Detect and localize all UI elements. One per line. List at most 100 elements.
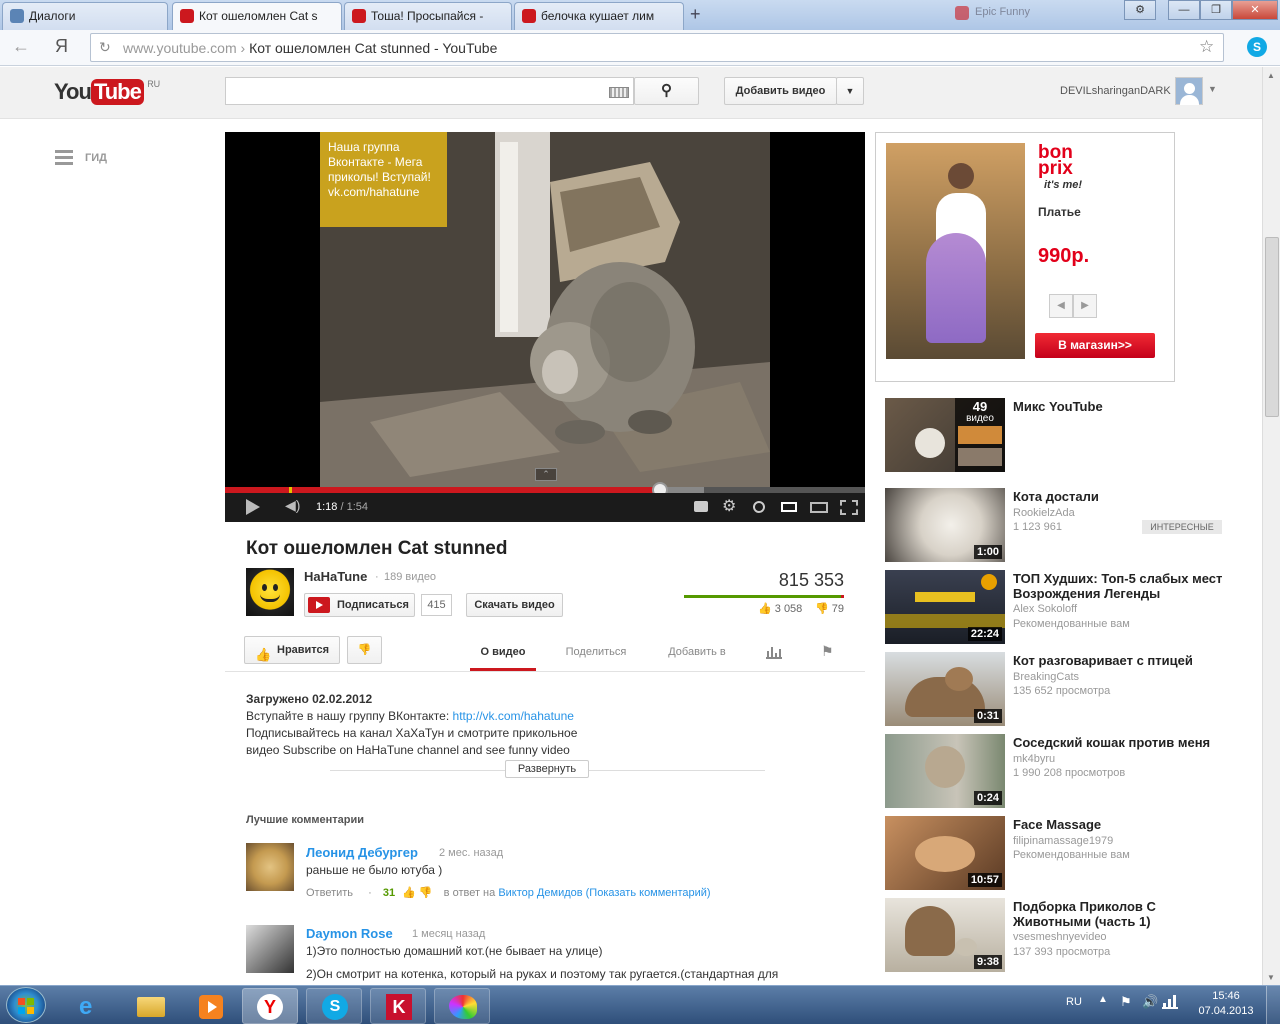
video-channel[interactable]: mk4byru	[1013, 753, 1055, 765]
captions-icon[interactable]	[694, 501, 708, 512]
subscribe-button[interactable]: Подписаться	[304, 593, 415, 617]
annotation-overlay[interactable]: Наша группа Вконтакте - Мега приколы! Вс…	[320, 132, 447, 227]
taskbar-media[interactable]	[182, 988, 238, 1024]
scroll-down-icon[interactable]: ▼	[1267, 973, 1275, 982]
settings-gear-icon[interactable]: ⚙	[722, 496, 736, 516]
related-video-item[interactable]: 0:24 Соседский кошак против меня mk4byru…	[885, 734, 1225, 810]
video-thumbnail[interactable]: 49 видео	[885, 398, 1005, 472]
video-title[interactable]: Кота достали	[1013, 489, 1228, 504]
tab-tosha[interactable]: Тоша! Просыпайся -	[344, 2, 512, 30]
settings-gear-button[interactable]: ⚙	[1124, 0, 1156, 20]
in-reply-to-link[interactable]: Виктор Демидов (Показать комментарий)	[498, 887, 710, 899]
expand-description-button[interactable]: Развернуть	[505, 760, 589, 778]
channel-avatar[interactable]	[246, 568, 294, 616]
related-video-item[interactable]: 0:31 Кот разговаривает с птицей Breaking…	[885, 652, 1225, 728]
watch-later-icon[interactable]	[753, 501, 765, 513]
video-channel[interactable]: BreakingCats	[1013, 671, 1079, 683]
taskbar-explorer[interactable]	[122, 988, 178, 1024]
taskbar-paint[interactable]	[434, 988, 490, 1024]
upload-button[interactable]: Добавить видео	[724, 77, 837, 105]
channel-video-count[interactable]: 189 видео	[384, 571, 436, 583]
related-video-item[interactable]: 10:57 Face Massage filipinamassage1979 Р…	[885, 816, 1225, 892]
video-thumbnail[interactable]: 0:31	[885, 652, 1005, 726]
play-icon[interactable]	[246, 499, 260, 515]
action-center-flag-icon[interactable]: ⚑	[1120, 994, 1132, 1010]
username[interactable]: DEVILsharinganDARK	[1060, 85, 1171, 97]
start-button[interactable]	[6, 987, 46, 1023]
dislike-button[interactable]: 👎	[347, 636, 382, 664]
thumb-up-icon[interactable]: 👍	[402, 887, 416, 899]
thumb-down-icon[interactable]: 👎	[419, 887, 433, 899]
comment-author[interactable]: Леонид Дебургер	[306, 845, 418, 860]
show-annotations-toggle[interactable]: ⌃	[535, 468, 557, 481]
video-title[interactable]: Подборка Приколов С Животными (часть 1)	[1013, 899, 1228, 929]
scroll-up-icon[interactable]: ▲	[1267, 71, 1275, 80]
skype-extension-icon[interactable]: S	[1247, 37, 1267, 57]
comment-author[interactable]: Daymon Rose	[306, 926, 393, 941]
scrollbar-thumb[interactable]	[1265, 237, 1279, 417]
related-video-item[interactable]: 9:38 Подборка Приколов С Животными (част…	[885, 898, 1225, 974]
keyboard-icon[interactable]	[609, 87, 629, 98]
upload-dropdown-button[interactable]: ▼	[836, 77, 864, 105]
reply-link[interactable]: Ответить	[306, 887, 353, 899]
bookmark-star-icon[interactable]: ☆	[1199, 37, 1214, 57]
page-scrollbar[interactable]: ▲ ▼	[1262, 67, 1280, 987]
new-tab-button[interactable]: +	[690, 4, 701, 24]
video-channel[interactable]: RookielzAda	[1013, 507, 1075, 519]
video-title[interactable]: ТОП Худших: Топ-5 слабых мест Возрождени…	[1013, 571, 1228, 601]
video-channel[interactable]: Alex Sokoloff	[1013, 603, 1077, 615]
video-thumbnail[interactable]: 22:24	[885, 570, 1005, 644]
small-player-icon[interactable]	[781, 502, 797, 512]
channel-name[interactable]: HaHaTune	[304, 569, 367, 584]
show-desktop-button[interactable]	[1266, 986, 1280, 1025]
vk-link[interactable]: http://vk.com/hahatune	[453, 709, 574, 723]
related-video-item[interactable]: 1:00 Кота достали RookielzAda 1 123 961 …	[885, 488, 1225, 564]
tab-squirrel[interactable]: белочка кушает лим	[514, 2, 684, 30]
search-input[interactable]	[226, 78, 601, 104]
like-button[interactable]: 👍 Нравится	[244, 636, 340, 664]
back-button[interactable]: ←	[12, 36, 30, 57]
taskbar-ie[interactable]: e	[62, 988, 118, 1024]
account-dropdown-icon[interactable]: ▼	[1208, 84, 1217, 94]
video-thumbnail[interactable]: 0:24	[885, 734, 1005, 808]
youtube-logo[interactable]: You Tube RU	[54, 79, 160, 107]
restore-button[interactable]: ❐	[1200, 0, 1232, 20]
taskbar-skype[interactable]: S	[306, 988, 362, 1024]
video-title[interactable]: Соседский кошак против меня	[1013, 735, 1228, 750]
ad-shop-button[interactable]: В магазин>>	[1035, 333, 1155, 358]
video-player[interactable]: Наша группа Вконтакте - Мега приколы! Вс…	[225, 132, 865, 522]
related-video-item[interactable]: 22:24 ТОП Худших: Топ-5 слабых мест Возр…	[885, 570, 1225, 646]
network-icon[interactable]	[1162, 995, 1178, 1009]
language-indicator[interactable]: RU	[1066, 996, 1082, 1008]
fullscreen-icon[interactable]	[840, 500, 858, 515]
video-channel[interactable]: filipinamassage1979	[1013, 835, 1113, 847]
video-thumbnail[interactable]: 1:00	[885, 488, 1005, 562]
video-title[interactable]: Face Massage	[1013, 817, 1228, 832]
show-hidden-icons[interactable]: ▲	[1098, 994, 1108, 1005]
ad-next-button[interactable]: ▶	[1073, 294, 1097, 318]
video-channel[interactable]: vsesmeshnyevideo	[1013, 931, 1107, 943]
video-thumbnail[interactable]: 10:57	[885, 816, 1005, 890]
guide-button[interactable]: ГИД	[55, 150, 115, 168]
tab-about[interactable]: О видео	[470, 646, 536, 658]
commenter-avatar[interactable]	[246, 925, 294, 973]
large-player-icon[interactable]	[810, 502, 828, 513]
tab-add-to[interactable]: Добавить в	[660, 646, 734, 658]
close-window-button[interactable]: ✕	[1232, 0, 1278, 20]
system-clock[interactable]: 15:46 07.04.2013	[1196, 989, 1256, 1019]
video-title[interactable]: Кот разговаривает с птицей	[1013, 653, 1228, 668]
video-title[interactable]: Микс YouTube	[1013, 399, 1228, 414]
speaker-icon[interactable]: 🔊	[1142, 994, 1158, 1010]
search-button[interactable]: ⚲	[634, 77, 699, 105]
commenter-avatar[interactable]	[246, 843, 294, 891]
taskbar-kaspersky[interactable]: K	[370, 988, 426, 1024]
download-video-button[interactable]: Скачать видео	[466, 593, 563, 617]
related-video-item[interactable]: 49 видео Микс YouTube	[885, 398, 1225, 474]
stats-icon[interactable]	[766, 645, 782, 659]
taskbar-yandex-browser[interactable]: Y	[242, 988, 298, 1024]
reload-icon[interactable]: ↻	[99, 39, 111, 56]
ad-banner[interactable]: bon prix it's me! Платье 990р. ◀ ▶ В маг…	[875, 132, 1175, 382]
avatar[interactable]	[1175, 77, 1203, 105]
tab-dialogs[interactable]: Диалоги	[2, 2, 168, 30]
yandex-button[interactable]: Я	[55, 36, 68, 57]
